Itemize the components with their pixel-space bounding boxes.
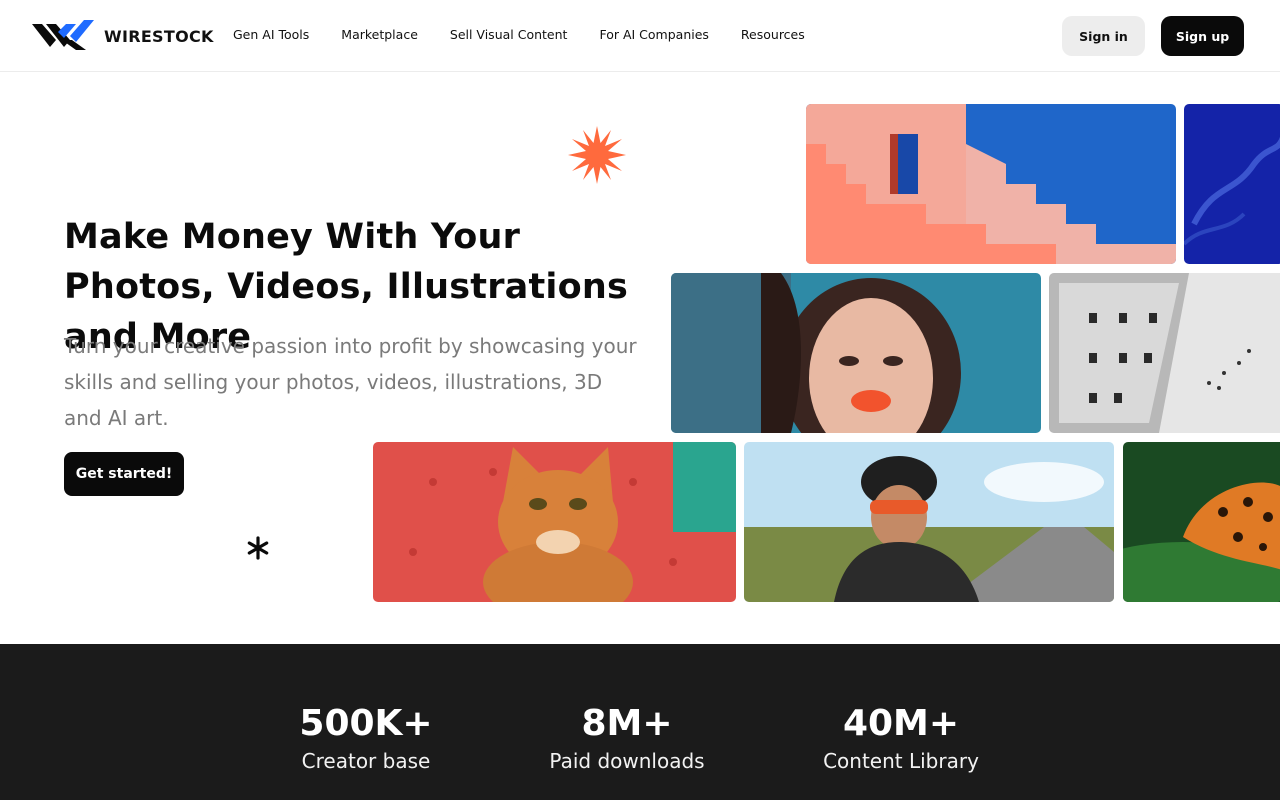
logo[interactable]: WIRESTOCK <box>32 18 214 52</box>
gallery-image-portrait[interactable] <box>671 273 1041 433</box>
stat-label: Paid downloads <box>549 749 705 773</box>
nav-sell-visual-content[interactable]: Sell Visual Content <box>450 27 568 42</box>
asterisk-icon <box>247 536 269 560</box>
sign-up-button[interactable]: Sign up <box>1161 16 1244 56</box>
stat-creator-base: 500K+ Creator base <box>286 702 446 776</box>
sign-in-button[interactable]: Sign in <box>1062 16 1145 56</box>
stat-label: Content Library <box>823 749 979 773</box>
stat-content-library: 40M+ Content Library <box>806 702 996 776</box>
gallery-image-pink-stairs[interactable] <box>806 104 1176 264</box>
nav-gen-ai-tools[interactable]: Gen AI Tools <box>233 27 309 42</box>
get-started-button[interactable]: Get started! <box>64 452 184 496</box>
gallery-image-jellyfish[interactable] <box>1184 104 1280 264</box>
wirestock-logo-icon <box>32 20 94 50</box>
nav-marketplace[interactable]: Marketplace <box>341 27 418 42</box>
logo-text: WIRESTOCK <box>104 27 214 46</box>
gallery-image-cyclist[interactable] <box>744 442 1114 602</box>
nav-for-ai-companies[interactable]: For AI Companies <box>599 27 708 42</box>
nav-resources[interactable]: Resources <box>741 27 805 42</box>
stat-value: 8M+ <box>581 703 673 744</box>
stat-value: 500K+ <box>299 703 433 744</box>
stat-label: Creator base <box>301 749 431 773</box>
gallery-image-butterfly[interactable] <box>1123 442 1280 602</box>
stats-section: 500K+ Creator base 8M+ Paid downloads 40… <box>0 644 1280 800</box>
orange-burst-icon <box>568 126 626 184</box>
gallery-image-building[interactable] <box>1049 273 1280 433</box>
stat-value: 40M+ <box>842 703 960 744</box>
hero-subtitle: Turn your creative passion into profit b… <box>64 334 637 430</box>
main-nav: Gen AI Tools Marketplace Sell Visual Con… <box>233 27 837 42</box>
stat-paid-downloads: 8M+ Paid downloads <box>537 702 717 776</box>
gallery-image-cat[interactable] <box>373 442 736 602</box>
site-header: WIRESTOCK Gen AI Tools Marketplace Sell … <box>0 0 1280 72</box>
